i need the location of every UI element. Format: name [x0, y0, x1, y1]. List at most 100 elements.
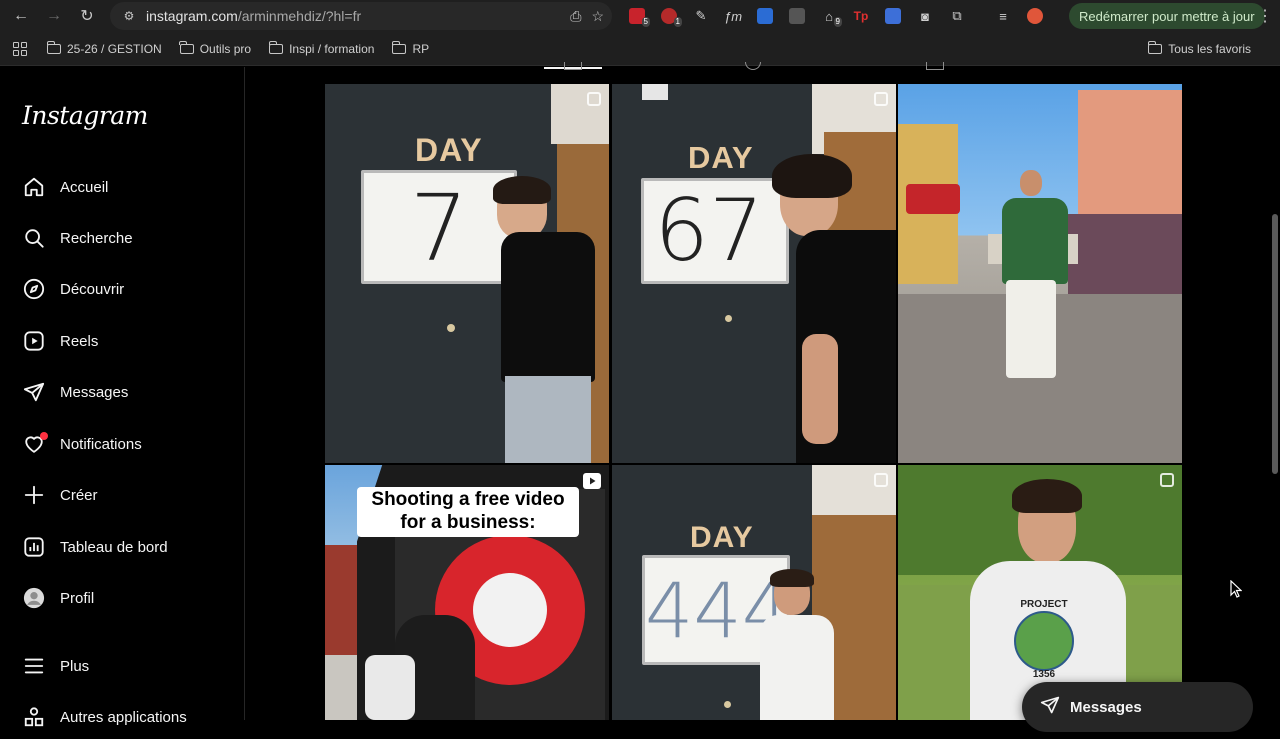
home-extension-icon[interactable]: ⌂ 9: [816, 3, 842, 29]
sidebar-item-label: Autres applications: [60, 708, 187, 726]
sidebar-item-autres-applications[interactable]: Autres applications: [12, 695, 232, 739]
folder-icon: [391, 40, 407, 54]
url-host: instagram.com: [146, 8, 238, 24]
hoodie-number: 1356: [1032, 669, 1056, 680]
tab-posts-icon[interactable]: [564, 62, 582, 70]
sidebar-item-reels[interactable]: Reels: [12, 319, 232, 363]
carousel-icon: [1160, 473, 1174, 487]
code-viewer-icon[interactable]: [784, 3, 810, 29]
instagram-sidebar: Instagram Accueil Recherche Découvrir Re…: [0, 67, 245, 727]
person-hair: [493, 176, 551, 204]
apps-grid-icon[interactable]: [13, 41, 27, 56]
note-paper: [642, 84, 668, 100]
bookmark-folder-gestion[interactable]: 25-26 / GESTION: [46, 40, 162, 56]
bookmark-star-icon[interactable]: ☆: [591, 8, 604, 25]
sidebar-item-label: Recherche: [60, 229, 133, 247]
posts-grid: DAY 7 DAY 67 Shooting a free video for a…: [325, 84, 1182, 720]
sidebar-item-label: Notifications: [60, 435, 142, 453]
person-head: [1020, 170, 1042, 196]
board-number: 67: [654, 181, 764, 281]
dashboard-icon: [22, 535, 46, 559]
extension-rednode-icon[interactable]: 1: [656, 3, 682, 29]
plus-icon: [22, 483, 46, 507]
folder-icon: [1147, 41, 1163, 54]
sidebar-item-recherche[interactable]: Recherche: [12, 216, 232, 260]
sidebar-item-decouvrir[interactable]: Découvrir: [12, 267, 232, 311]
extensions-puzzle-icon[interactable]: ⧉: [944, 3, 970, 29]
post-tile[interactable]: DAY 444: [612, 465, 896, 720]
notification-dot: [40, 432, 48, 440]
extension-blue-gear-icon[interactable]: [752, 3, 778, 29]
eyedropper-icon[interactable]: ✎: [688, 3, 714, 29]
restart-update-button[interactable]: Redémarrer pour mettre à jour: [1069, 3, 1265, 29]
font-ninja-icon[interactable]: ƒт: [720, 3, 746, 29]
post-tile[interactable]: DAY 7: [325, 84, 609, 463]
hoodie-text: PROJECT: [1020, 599, 1068, 610]
person-shirt: [501, 232, 595, 382]
sidebar-item-notifications[interactable]: Notifications: [12, 422, 232, 466]
sidebar-item-accueil[interactable]: Accueil: [12, 165, 232, 209]
post-tile[interactable]: DAY 67: [612, 84, 896, 463]
carousel-icon: [874, 92, 888, 106]
site-settings-icon[interactable]: ⚙: [120, 7, 138, 25]
forward-button[interactable]: →: [38, 0, 70, 32]
media-queue-icon[interactable]: ≡: [990, 3, 1016, 29]
sidebar-item-label: Messages: [60, 383, 129, 401]
backpack: [365, 655, 415, 720]
home-icon: [22, 175, 46, 199]
sidebar-item-messages[interactable]: Messages: [12, 370, 232, 414]
install-app-icon[interactable]: ⎙: [570, 8, 581, 25]
extension-badge: 1: [673, 17, 682, 27]
profile-avatar-icon[interactable]: [1022, 3, 1048, 29]
post-tile[interactable]: Shooting a free video for a business:: [325, 465, 609, 720]
person-hair: [770, 569, 814, 587]
back-button[interactable]: ←: [5, 0, 37, 32]
sidebar-item-creer[interactable]: Créer: [12, 473, 232, 517]
send-icon: [1040, 695, 1060, 720]
day-label: DAY: [690, 521, 754, 554]
url-text[interactable]: instagram.com/arminmehdiz/?hl=fr: [146, 8, 361, 24]
camera-icon[interactable]: ◙: [912, 3, 938, 29]
bookmark-label: 25-26 / GESTION: [67, 41, 162, 56]
url-path: /arminmehdiz/?hl=fr: [237, 8, 362, 24]
search-icon: [22, 226, 46, 250]
post-tile[interactable]: [898, 84, 1182, 463]
bookmark-folder-outils[interactable]: Outils pro: [179, 40, 251, 56]
all-bookmarks-folder[interactable]: Tous les favoris: [1147, 32, 1251, 66]
instagram-logo[interactable]: Instagram: [22, 101, 148, 130]
page-scrollbar[interactable]: [1272, 214, 1278, 474]
bookmark-folder-inspi[interactable]: Inspi / formation: [268, 40, 374, 56]
extension-blue-check-icon[interactable]: [880, 3, 906, 29]
person-jeans: [505, 376, 591, 463]
day-label: DAY: [688, 140, 754, 175]
extension-tp-icon[interactable]: Tp: [848, 3, 874, 29]
umbrella-red: [906, 184, 960, 214]
whiteboard: 67: [641, 178, 789, 284]
sidebar-item-label: Tableau de bord: [60, 538, 168, 556]
browser-menu-icon[interactable]: ⋮: [1256, 0, 1274, 32]
person-shirt: [760, 615, 834, 720]
reel-icon: [583, 473, 601, 489]
messages-pill-label: Messages: [1070, 698, 1142, 716]
messages-floating-button[interactable]: Messages: [1022, 682, 1253, 732]
person-shirt: [1002, 198, 1068, 284]
reel-caption: Shooting a free video for a business:: [357, 487, 579, 537]
tab-reels-icon[interactable]: [745, 62, 761, 70]
hoodie-globe: [1014, 611, 1074, 671]
sidebar-item-profil[interactable]: Profil: [12, 576, 232, 620]
tab-tagged-icon[interactable]: [926, 62, 944, 70]
logo-inner: [473, 573, 547, 647]
bookmark-label: Tous les favoris: [1168, 42, 1251, 56]
sidebar-item-tableau-de-bord[interactable]: Tableau de bord: [12, 525, 232, 569]
sidebar-item-plus[interactable]: Plus: [12, 644, 232, 688]
carousel-icon: [587, 92, 601, 106]
sidebar-item-label: Profil: [60, 589, 95, 607]
reload-button[interactable]: ↻: [71, 0, 103, 32]
address-bar[interactable]: ⚙ instagram.com/arminmehdiz/?hl=fr ⎙ ☆: [110, 2, 612, 30]
extension-red-icon[interactable]: 5: [624, 3, 650, 29]
sidebar-item-label: Accueil: [60, 178, 109, 196]
bookmark-folder-rp[interactable]: RP: [391, 40, 429, 56]
market-stall: [1068, 214, 1182, 294]
mouse-cursor-icon: [1230, 579, 1243, 603]
avatar-icon: [22, 586, 46, 610]
